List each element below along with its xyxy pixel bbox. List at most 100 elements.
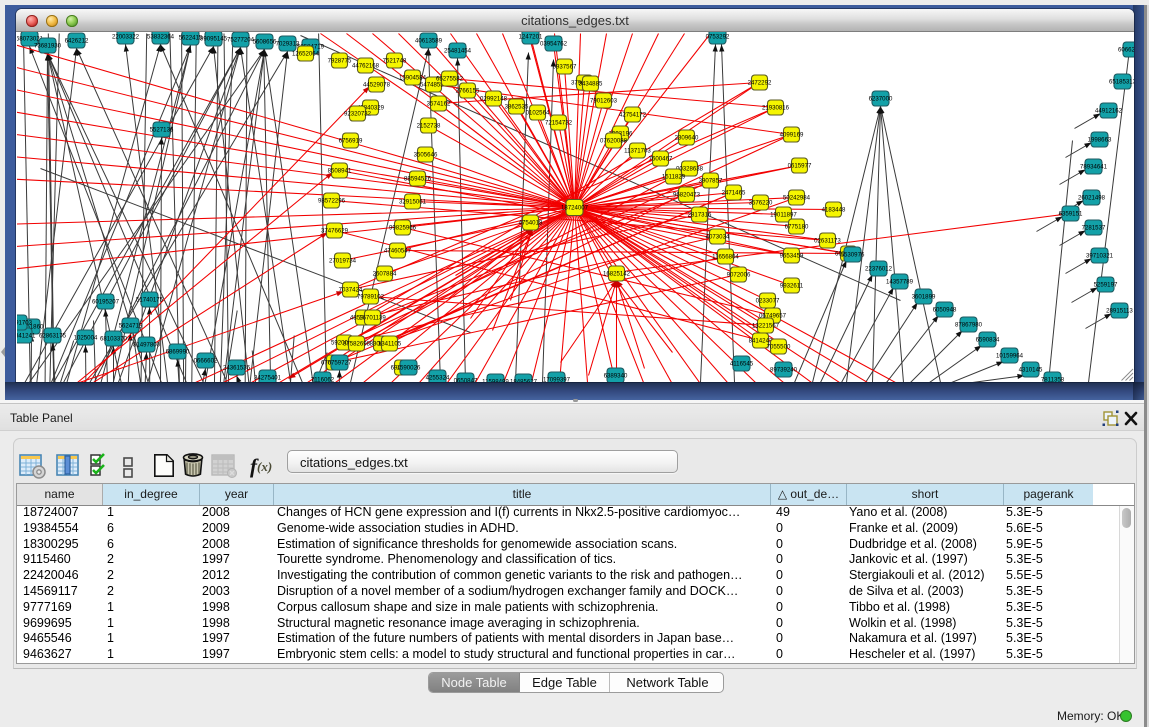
svg-text:2309640: 2309640 bbox=[674, 134, 698, 141]
svg-text:39710321: 39710321 bbox=[1085, 252, 1113, 259]
svg-text:6050948: 6050948 bbox=[932, 306, 956, 313]
svg-text:21930816: 21930816 bbox=[761, 104, 789, 111]
svg-text:28915113: 28915113 bbox=[1106, 307, 1133, 314]
svg-text:1590026: 1590026 bbox=[396, 364, 420, 371]
svg-text:3907857: 3907857 bbox=[698, 177, 722, 184]
svg-text:6590834: 6590834 bbox=[975, 336, 999, 343]
svg-text:44762168: 44762168 bbox=[351, 62, 379, 69]
svg-text:3434885: 3434885 bbox=[578, 80, 602, 87]
svg-text:96820473: 96820473 bbox=[672, 191, 700, 198]
svg-text:1025004: 1025004 bbox=[73, 334, 97, 341]
svg-text:0666602: 0666602 bbox=[193, 357, 217, 364]
svg-text:6359151: 6359151 bbox=[1058, 210, 1082, 217]
svg-text:02992148: 02992148 bbox=[479, 95, 507, 102]
svg-text:4255324: 4255324 bbox=[425, 374, 449, 381]
svg-text:32915061: 32915061 bbox=[398, 198, 426, 205]
svg-text:5608656: 5608656 bbox=[252, 38, 276, 45]
svg-text:10159964: 10159964 bbox=[995, 352, 1023, 359]
svg-text:3862535: 3862535 bbox=[504, 103, 528, 110]
svg-text:0102564: 0102564 bbox=[525, 109, 549, 116]
svg-text:89739240: 89739240 bbox=[769, 366, 797, 373]
svg-text:68103370: 68103370 bbox=[99, 335, 127, 342]
svg-text:6341241: 6341241 bbox=[17, 332, 36, 339]
svg-text:98572296: 98572296 bbox=[317, 197, 345, 204]
svg-text:22376012: 22376012 bbox=[864, 265, 892, 272]
svg-text:60662839: 60662839 bbox=[1117, 46, 1134, 53]
svg-text:4310145: 4310145 bbox=[1018, 366, 1042, 373]
svg-text:60195207: 60195207 bbox=[91, 298, 119, 305]
svg-text:07620088: 07620088 bbox=[599, 137, 627, 144]
svg-text:5259197: 5259197 bbox=[1093, 281, 1117, 288]
svg-text:0753292: 0753292 bbox=[705, 33, 729, 40]
svg-text:2472292: 2472292 bbox=[747, 79, 771, 86]
svg-text:02631173: 02631173 bbox=[814, 237, 841, 244]
svg-text:81497800: 81497800 bbox=[132, 341, 160, 348]
svg-text:9653459: 9653459 bbox=[779, 252, 803, 259]
svg-text:75277204: 75277204 bbox=[226, 36, 254, 43]
svg-text:4073034: 4073034 bbox=[705, 233, 729, 240]
svg-text:0615977: 0615977 bbox=[787, 162, 811, 169]
svg-text:78934641: 78934641 bbox=[1079, 163, 1107, 170]
svg-text:19011897: 19011897 bbox=[770, 211, 797, 218]
svg-text:53832364: 53832364 bbox=[146, 33, 174, 40]
svg-text:79012603: 79012603 bbox=[589, 97, 617, 104]
svg-text:4183448: 4183448 bbox=[821, 206, 845, 213]
svg-text:3601899: 3601899 bbox=[911, 293, 935, 300]
svg-text:88594526: 88594526 bbox=[403, 175, 431, 182]
svg-text:5624719: 5624719 bbox=[118, 322, 142, 329]
svg-text:22003322: 22003322 bbox=[111, 33, 139, 40]
svg-text:5530976: 5530976 bbox=[840, 251, 864, 258]
svg-text:2766155: 2766155 bbox=[455, 87, 479, 94]
svg-text:7281537: 7281537 bbox=[1081, 224, 1105, 231]
svg-text:7521748: 7521748 bbox=[382, 57, 406, 64]
svg-text:6756919: 6756919 bbox=[338, 137, 362, 144]
svg-text:99825966: 99825966 bbox=[388, 224, 416, 231]
svg-text:40613589: 40613589 bbox=[414, 37, 442, 44]
svg-text:26021498: 26021498 bbox=[1077, 194, 1105, 201]
svg-text:2817316: 2817316 bbox=[687, 211, 711, 218]
svg-text:27019734: 27019734 bbox=[328, 257, 356, 264]
svg-text:7600467: 7600467 bbox=[648, 155, 672, 162]
svg-text:6426212: 6426212 bbox=[64, 37, 88, 44]
svg-text:64291703: 64291703 bbox=[17, 319, 33, 326]
svg-text:0650847: 0650847 bbox=[453, 377, 477, 382]
svg-text:51740175: 51740175 bbox=[135, 296, 163, 303]
svg-text:1247201: 1247201 bbox=[518, 33, 542, 40]
svg-text:5527136: 5527136 bbox=[149, 126, 173, 133]
svg-text:2152738: 2152738 bbox=[416, 122, 440, 129]
svg-text:47460547: 47460547 bbox=[383, 247, 411, 254]
svg-text:72154732: 72154732 bbox=[544, 119, 572, 126]
svg-text:7037424: 7037424 bbox=[338, 286, 362, 293]
svg-text:44912162: 44912162 bbox=[1094, 107, 1122, 114]
svg-text:11656804: 11656804 bbox=[712, 253, 739, 260]
svg-text:13221567: 13221567 bbox=[751, 322, 779, 329]
svg-text:1341105: 1341105 bbox=[377, 340, 401, 347]
svg-text:7116062: 7116062 bbox=[310, 376, 334, 382]
svg-text:18724007: 18724007 bbox=[560, 204, 588, 211]
svg-text:34275401: 34275401 bbox=[253, 374, 281, 381]
svg-text:17099397: 17099397 bbox=[542, 376, 570, 382]
svg-text:2471465: 2471465 bbox=[721, 189, 745, 196]
svg-text:0937567: 0937567 bbox=[552, 63, 576, 70]
svg-text:25481454: 25481454 bbox=[443, 47, 471, 54]
svg-text:3576220: 3576220 bbox=[748, 199, 772, 206]
svg-text:16825142: 16825142 bbox=[602, 270, 630, 277]
svg-text:0233077: 0233077 bbox=[755, 297, 779, 304]
svg-text:99095145: 99095145 bbox=[199, 35, 227, 42]
svg-text:3574162: 3574162 bbox=[426, 100, 450, 107]
svg-text:7055500: 7055500 bbox=[766, 343, 790, 350]
svg-text:62863175: 62863175 bbox=[38, 332, 66, 339]
svg-text:(x): (x) bbox=[257, 459, 272, 474]
svg-text:4116545: 4116545 bbox=[729, 360, 753, 367]
svg-text:15904584: 15904584 bbox=[398, 74, 426, 81]
svg-text:18485627: 18485627 bbox=[509, 378, 537, 382]
svg-text:7811358: 7811358 bbox=[1040, 376, 1064, 382]
svg-text:6775180: 6775180 bbox=[784, 223, 808, 230]
svg-text:4099169: 4099169 bbox=[779, 131, 803, 138]
svg-text:0759727: 0759727 bbox=[327, 359, 351, 366]
svg-text:42754172: 42754172 bbox=[618, 111, 646, 118]
svg-text:65275582: 65275582 bbox=[435, 75, 463, 82]
svg-text:87582698: 87582698 bbox=[342, 340, 370, 347]
svg-text:4754018: 4754018 bbox=[518, 219, 542, 226]
svg-text:1511829: 1511829 bbox=[661, 173, 685, 180]
